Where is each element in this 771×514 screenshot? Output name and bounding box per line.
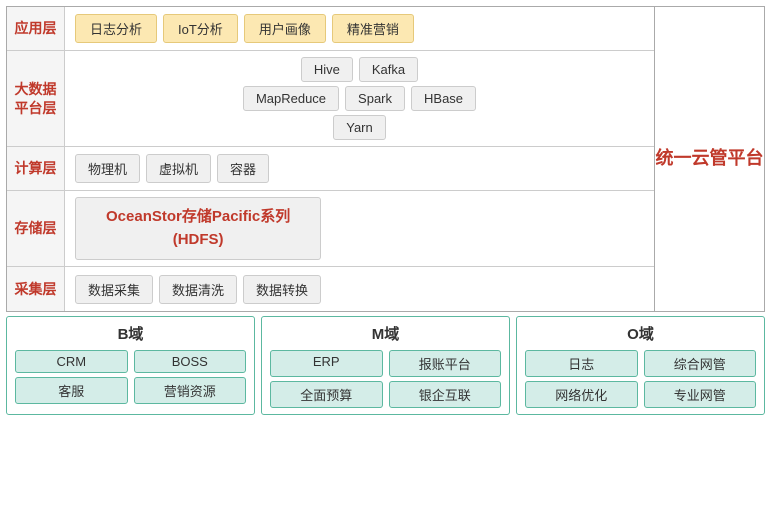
chip-log: 日志 bbox=[525, 350, 638, 377]
arch-diagram: 应用层 日志分析 IoT分析 用户画像 精准营销 大数据平台层 Hive Kaf… bbox=[6, 6, 765, 312]
domain-m: M域 ERP 报账平台 全面预算 银企互联 bbox=[261, 316, 510, 415]
chip-dataclean: 数据清洗 bbox=[159, 275, 237, 304]
layer-label-app: 应用层 bbox=[7, 7, 65, 50]
domain-o-items: 日志 综合网管 网络优化 专业网管 bbox=[525, 350, 756, 408]
chip-datacollect: 数据采集 bbox=[75, 275, 153, 304]
domain-m-items: ERP 报账平台 全面预算 银企互联 bbox=[270, 350, 501, 408]
chip-baozhangtai: 报账平台 bbox=[389, 350, 502, 377]
chip-quanmianyusuan: 全面预算 bbox=[270, 381, 383, 408]
layer-content-platform: Hive Kafka MapReduce Spark HBase Yarn bbox=[65, 51, 654, 146]
domain-b-row1: CRM BOSS bbox=[15, 350, 246, 373]
chip-yinjuhulian: 银企互联 bbox=[389, 381, 502, 408]
platform-row-2: MapReduce Spark HBase bbox=[75, 86, 644, 111]
chip-iot: IoT分析 bbox=[163, 14, 238, 43]
chip-wangluo: 网络优化 bbox=[525, 381, 638, 408]
chip-spark: Spark bbox=[345, 86, 405, 111]
layer-label-platform: 大数据平台层 bbox=[7, 51, 65, 146]
domain-m-row2: 全面预算 银企互联 bbox=[270, 381, 501, 408]
chip-yarn: Yarn bbox=[333, 115, 386, 140]
layer-app: 应用层 日志分析 IoT分析 用户画像 精准营销 bbox=[7, 7, 654, 51]
chip-zhuanye: 专业网管 bbox=[644, 381, 757, 408]
layer-collect: 采集层 数据采集 数据清洗 数据转换 bbox=[7, 267, 654, 311]
layer-content-compute: 物理机 虚拟机 容器 bbox=[65, 148, 654, 189]
unified-cloud-label: 统一云管平台 bbox=[656, 146, 764, 171]
layer-content-storage: OceanStor存储Pacific系列(HDFS) bbox=[65, 191, 654, 266]
domain-b-title: B域 bbox=[15, 323, 246, 344]
domain-m-title: M域 bbox=[270, 323, 501, 344]
chip-user: 用户画像 bbox=[244, 14, 326, 43]
chip-kefu: 客服 bbox=[15, 377, 128, 404]
chip-erp: ERP bbox=[270, 350, 383, 377]
domain-o-row1: 日志 综合网管 bbox=[525, 350, 756, 377]
chip-kafka: Kafka bbox=[359, 57, 418, 82]
domain-m-row1: ERP 报账平台 bbox=[270, 350, 501, 377]
layer-content-collect: 数据采集 数据清洗 数据转换 bbox=[65, 269, 654, 310]
chip-hbase: HBase bbox=[411, 86, 476, 111]
layers-section: 应用层 日志分析 IoT分析 用户画像 精准营销 大数据平台层 Hive Kaf… bbox=[7, 7, 654, 311]
chip-datatransform: 数据转换 bbox=[243, 275, 321, 304]
chip-zhonghe: 综合网管 bbox=[644, 350, 757, 377]
domain-o-title: O域 bbox=[525, 323, 756, 344]
chip-container: 容器 bbox=[217, 154, 269, 183]
layer-compute: 计算层 物理机 虚拟机 容器 bbox=[7, 147, 654, 191]
domains-section: B域 CRM BOSS 客服 营销资源 M域 ERP 报账平台 bbox=[6, 316, 765, 415]
right-panel: 统一云管平台 bbox=[654, 7, 764, 311]
domain-o-row2: 网络优化 专业网管 bbox=[525, 381, 756, 408]
chip-mapreduce: MapReduce bbox=[243, 86, 339, 111]
domain-b: B域 CRM BOSS 客服 营销资源 bbox=[6, 316, 255, 415]
layer-label-storage: 存储层 bbox=[7, 191, 65, 266]
chip-virtual: 虚拟机 bbox=[146, 154, 211, 183]
main-container: 应用层 日志分析 IoT分析 用户画像 精准营销 大数据平台层 Hive Kaf… bbox=[0, 0, 771, 514]
layer-label-collect: 采集层 bbox=[7, 267, 65, 311]
chip-physical: 物理机 bbox=[75, 154, 140, 183]
chip-hive: Hive bbox=[301, 57, 353, 82]
platform-row-3: Yarn bbox=[75, 115, 644, 140]
layer-label-compute: 计算层 bbox=[7, 147, 65, 190]
chip-marketing: 精准营销 bbox=[332, 14, 414, 43]
layer-storage: 存储层 OceanStor存储Pacific系列(HDFS) bbox=[7, 191, 654, 267]
chip-yingxiao: 营销资源 bbox=[134, 377, 247, 404]
chip-rizhi: 日志分析 bbox=[75, 14, 157, 43]
chip-boss: BOSS bbox=[134, 350, 247, 373]
storage-box: OceanStor存储Pacific系列(HDFS) bbox=[75, 197, 321, 260]
domain-b-row2: 客服 营销资源 bbox=[15, 377, 246, 404]
layer-content-app: 日志分析 IoT分析 用户画像 精准营销 bbox=[65, 8, 654, 49]
chip-crm: CRM bbox=[15, 350, 128, 373]
domain-b-items: CRM BOSS 客服 营销资源 bbox=[15, 350, 246, 404]
domain-o: O域 日志 综合网管 网络优化 专业网管 bbox=[516, 316, 765, 415]
layer-platform: 大数据平台层 Hive Kafka MapReduce Spark HBase … bbox=[7, 51, 654, 147]
platform-row-1: Hive Kafka bbox=[75, 57, 644, 82]
